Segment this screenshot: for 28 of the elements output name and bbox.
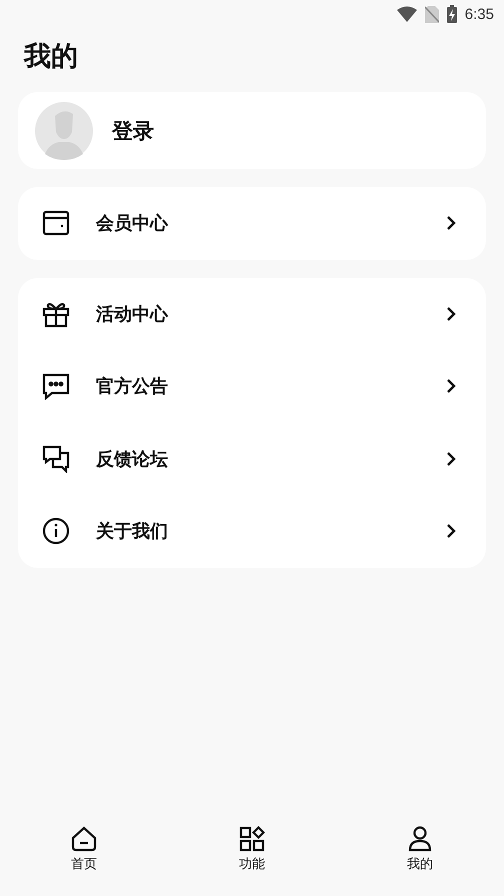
- no-sim-icon: [424, 6, 439, 22]
- info-icon: [42, 517, 70, 546]
- battery-charging-icon: [446, 5, 457, 23]
- person-icon: [407, 826, 433, 852]
- nav-tab[interactable]: 首页: [0, 826, 168, 888]
- home-icon: [71, 826, 97, 852]
- menu-item[interactable]: 活动中心: [18, 278, 486, 350]
- status-time: 6:35: [464, 6, 494, 22]
- chat-dots-icon: [42, 372, 70, 400]
- nav-tab[interactable]: 功能: [168, 826, 336, 888]
- menu-item[interactable]: 反馈论坛: [18, 422, 486, 495]
- wifi-icon: [396, 6, 417, 22]
- login-label: 登录: [112, 118, 154, 144]
- page-title: 我的: [24, 40, 79, 74]
- chevron-right-icon: [446, 378, 456, 394]
- chevron-right-icon: [446, 450, 456, 467]
- chevron-right-icon: [446, 523, 456, 540]
- nav-tab[interactable]: 我的: [336, 826, 504, 888]
- apps-icon: [239, 826, 265, 852]
- chat-bubbles-icon: [42, 444, 70, 473]
- menu-item[interactable]: 官方公告: [18, 350, 486, 422]
- chevron-right-icon: [446, 306, 456, 322]
- wallet-icon: [42, 209, 70, 238]
- login-card[interactable]: 登录: [18, 92, 486, 169]
- avatar-icon: [35, 102, 93, 160]
- menu-item[interactable]: 关于我们: [18, 495, 486, 568]
- chevron-right-icon: [446, 215, 456, 232]
- menu-item[interactable]: 会员中心: [18, 187, 486, 260]
